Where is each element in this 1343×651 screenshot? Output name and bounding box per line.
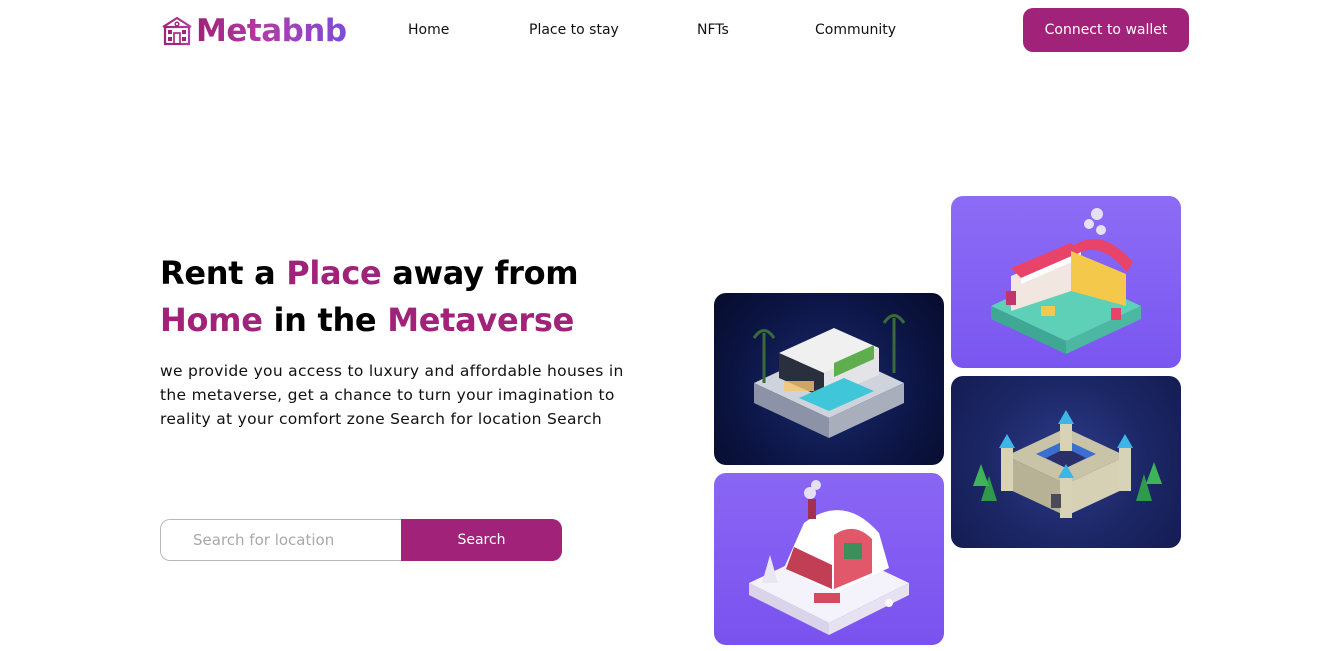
nft-image-market-stall[interactable]	[951, 196, 1181, 368]
headline-part: in the	[262, 301, 388, 339]
hero-headline: Rent a Place away from Home in the Metav…	[160, 250, 680, 344]
search-bar: Search	[160, 519, 562, 561]
headline-accent: Home	[160, 301, 263, 339]
nav-community[interactable]: Community	[815, 20, 896, 40]
logo[interactable]: Metabnb	[160, 12, 347, 50]
headline-part: Rent a	[160, 254, 287, 292]
nav-home[interactable]: Home	[408, 20, 449, 40]
nft-image-castle[interactable]	[951, 376, 1181, 548]
search-input[interactable]	[160, 519, 401, 561]
headline-accent: Metaverse	[387, 301, 575, 339]
logo-text: Metabnb	[196, 13, 347, 49]
headline-accent: Place	[286, 254, 382, 292]
nav-nfts[interactable]: NFTs	[697, 20, 729, 40]
search-button[interactable]: Search	[401, 519, 562, 561]
hero-description: we provide you access to luxury and affo…	[160, 362, 624, 428]
snow-cottage-illustration	[749, 480, 909, 635]
modern-villa-illustration	[752, 314, 906, 438]
nav-place-to-stay[interactable]: Place to stay	[529, 20, 619, 40]
connect-wallet-button[interactable]: Connect to wallet	[1023, 8, 1189, 52]
house-icon	[162, 16, 192, 46]
headline-part: away from	[381, 254, 579, 292]
market-stall-illustration	[991, 208, 1141, 354]
castle-illustration	[973, 410, 1162, 518]
nft-image-snow-cottage[interactable]	[714, 473, 944, 645]
nft-image-modern-villa[interactable]	[714, 293, 944, 465]
